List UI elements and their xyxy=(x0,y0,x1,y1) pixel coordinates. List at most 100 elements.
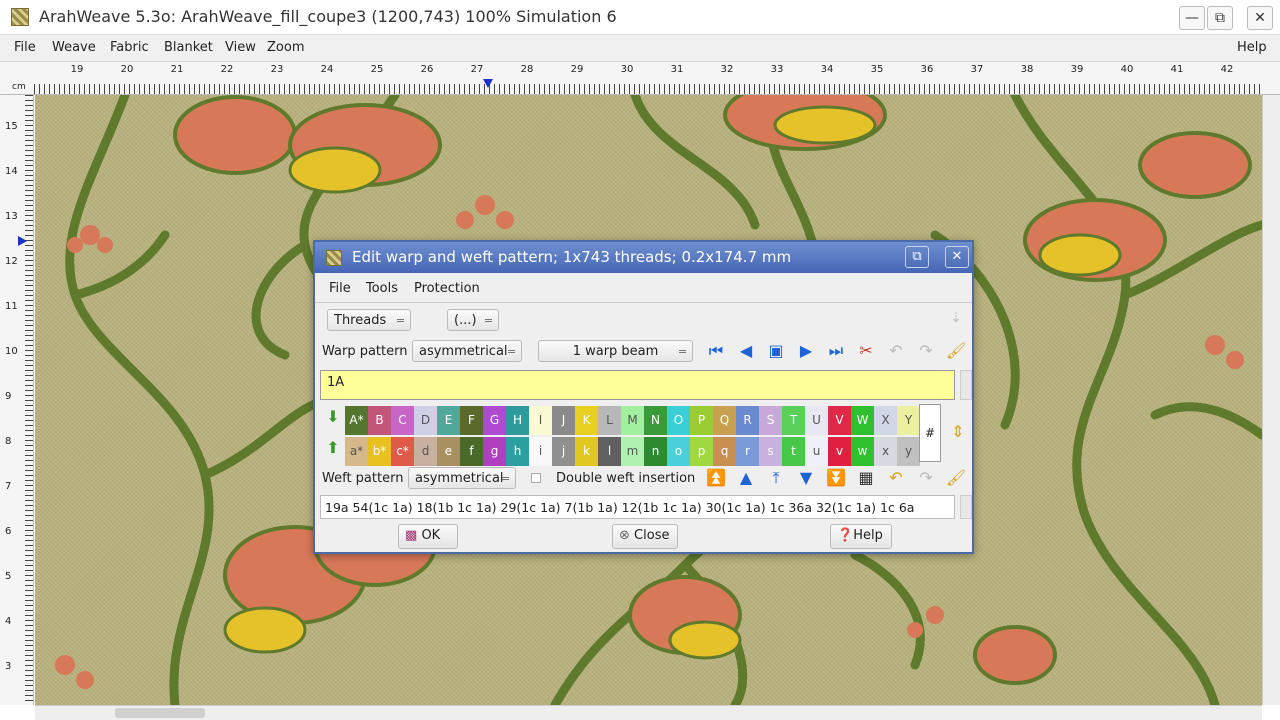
palette-color-cell[interactable]: r xyxy=(736,437,759,466)
weft-undo-icon[interactable]: ↶ xyxy=(883,465,909,491)
minimize-button[interactable]: — xyxy=(1179,6,1205,30)
palette-color-cell[interactable]: K xyxy=(575,406,598,435)
palette-color-cell[interactable]: C xyxy=(391,406,414,435)
palette-color-cell[interactable]: A* xyxy=(345,406,368,435)
next-thread-icon[interactable]: ▶ xyxy=(793,338,819,364)
palette-color-cell[interactable]: j xyxy=(552,437,575,466)
palette-color-cell[interactable]: q xyxy=(713,437,736,466)
palette-color-cell[interactable]: v xyxy=(828,437,851,466)
palette-color-cell[interactable]: W xyxy=(851,406,874,435)
palette-color-cell[interactable]: a* xyxy=(345,437,368,466)
horizontal-scroll-thumb[interactable] xyxy=(115,708,205,718)
palette-color-cell[interactable]: M xyxy=(621,406,644,435)
palette-color-cell[interactable]: e xyxy=(437,437,460,466)
scroll-down-icon[interactable]: ⇣ xyxy=(943,306,969,332)
palette-color-cell[interactable]: B xyxy=(368,406,391,435)
help-button[interactable]: ❓Help xyxy=(830,524,892,549)
palette-color-cell[interactable]: g xyxy=(483,437,506,466)
palette-color-cell[interactable]: f xyxy=(460,437,483,466)
hash-cell[interactable]: # xyxy=(919,404,941,462)
palette-color-cell[interactable]: X xyxy=(874,406,897,435)
undo-icon[interactable]: ↶ xyxy=(883,338,909,364)
palette-color-cell[interactable]: S xyxy=(759,406,782,435)
ok-button[interactable]: ▩ OK xyxy=(398,524,458,549)
cut-icon[interactable]: ✂ xyxy=(853,338,879,364)
double-weft-checkbox[interactable] xyxy=(531,473,541,483)
menu-zoom[interactable]: Zoom xyxy=(267,40,304,55)
menu-weave[interactable]: Weave xyxy=(52,40,96,55)
warp-beam-combo[interactable]: 1 warp beam xyxy=(538,340,693,362)
threads-combo[interactable]: Threads xyxy=(327,309,411,331)
next-pick-icon[interactable]: ▼ xyxy=(793,465,819,491)
ellipsis-combo[interactable]: (...) xyxy=(447,309,499,331)
arrow-down-icon[interactable]: ⬇ xyxy=(320,404,346,430)
palette-color-cell[interactable]: U xyxy=(805,406,828,435)
ruler-position-marker[interactable] xyxy=(18,236,27,246)
menu-help[interactable]: Help xyxy=(1237,40,1267,55)
palette-color-cell[interactable]: J xyxy=(552,406,575,435)
palette-color-cell[interactable]: c* xyxy=(391,437,414,466)
palette-color-cell[interactable]: P xyxy=(690,406,713,435)
menu-fabric[interactable]: Fabric xyxy=(110,40,149,55)
first-thread-icon[interactable]: ⏮ xyxy=(703,338,729,364)
palette-color-cell[interactable]: x xyxy=(874,437,897,466)
close-window-button[interactable]: ✕ xyxy=(1247,6,1273,30)
menu-view[interactable]: View xyxy=(225,40,256,55)
dialog-menu-file[interactable]: File xyxy=(329,281,351,296)
palette-color-cell[interactable]: T xyxy=(782,406,805,435)
view-image-icon[interactable]: ▣ xyxy=(763,338,789,364)
warp-pattern-combo[interactable]: asymmetrical xyxy=(412,340,522,362)
palette-color-cell[interactable]: V xyxy=(828,406,851,435)
horizontal-scrollbar[interactable] xyxy=(35,705,1262,720)
dialog-menu-tools[interactable]: Tools xyxy=(366,281,398,296)
close-button[interactable]: ⊗ Close xyxy=(612,524,678,549)
palette-color-cell[interactable]: O xyxy=(667,406,690,435)
menu-blanket[interactable]: Blanket xyxy=(164,40,213,55)
palette-color-cell[interactable]: m xyxy=(621,437,644,466)
redo-icon[interactable]: ↷ xyxy=(913,338,939,364)
palette-color-cell[interactable]: E xyxy=(437,406,460,435)
weft-clear-brush-icon[interactable]: 🖌 xyxy=(943,465,969,491)
last-pick-icon[interactable]: ⏬ xyxy=(823,465,849,491)
palette-color-cell[interactable]: I xyxy=(529,406,552,435)
palette-color-cell[interactable]: d xyxy=(414,437,437,466)
weft-redo-icon[interactable]: ↷ xyxy=(913,465,939,491)
previous-thread-icon[interactable]: ◀ xyxy=(733,338,759,364)
dialog-maximize-button[interactable]: ⧉ xyxy=(905,246,929,268)
palette-color-cell[interactable]: G xyxy=(483,406,506,435)
palette-color-cell[interactable]: Y xyxy=(897,406,920,435)
palette-color-cell[interactable]: b* xyxy=(368,437,391,466)
palette-color-cell[interactable]: i xyxy=(529,437,552,466)
clear-brush-icon[interactable]: 🖌 xyxy=(943,338,969,364)
palette-color-cell[interactable]: R xyxy=(736,406,759,435)
weft-pattern-field[interactable]: 19a 54(1c 1a) 18(1b 1c 1a) 29(1c 1a) 7(1… xyxy=(320,495,955,519)
previous-pick-icon[interactable]: ▲ xyxy=(733,465,759,491)
last-thread-icon[interactable]: ⏭ xyxy=(823,338,849,364)
palette-color-cell[interactable]: o xyxy=(667,437,690,466)
palette-color-cell[interactable]: t xyxy=(782,437,805,466)
palette-color-cell[interactable]: h xyxy=(506,437,529,466)
warp-pattern-field[interactable]: 1A xyxy=(320,370,955,400)
fabric-view-icon[interactable]: ▦ xyxy=(853,465,879,491)
palette-color-cell[interactable]: w xyxy=(851,437,874,466)
vertical-scrollbar[interactable] xyxy=(1262,95,1280,705)
first-pick-icon[interactable]: ⏫ xyxy=(703,465,729,491)
palette-color-cell[interactable]: n xyxy=(644,437,667,466)
palette-color-cell[interactable]: F xyxy=(460,406,483,435)
palette-color-cell[interactable]: L xyxy=(598,406,621,435)
palette-color-cell[interactable]: u xyxy=(805,437,828,466)
weft-pattern-combo[interactable]: asymmetrical xyxy=(408,467,516,489)
ruler-position-marker[interactable] xyxy=(483,79,493,88)
dialog-menu-protection[interactable]: Protection xyxy=(414,281,480,296)
maximize-button[interactable]: ⧉ xyxy=(1207,6,1233,30)
palette-color-cell[interactable]: s xyxy=(759,437,782,466)
weft-field-scrollbar[interactable] xyxy=(960,495,972,519)
palette-color-cell[interactable]: l xyxy=(598,437,621,466)
swap-up-down-icon[interactable]: ⇕ xyxy=(945,419,971,445)
palette-color-cell[interactable]: k xyxy=(575,437,598,466)
palette-color-cell[interactable]: y xyxy=(897,437,920,466)
view-top-icon[interactable]: ⤒ xyxy=(763,465,789,491)
palette-color-cell[interactable]: Q xyxy=(713,406,736,435)
palette-color-cell[interactable]: D xyxy=(414,406,437,435)
palette-color-cell[interactable]: N xyxy=(644,406,667,435)
